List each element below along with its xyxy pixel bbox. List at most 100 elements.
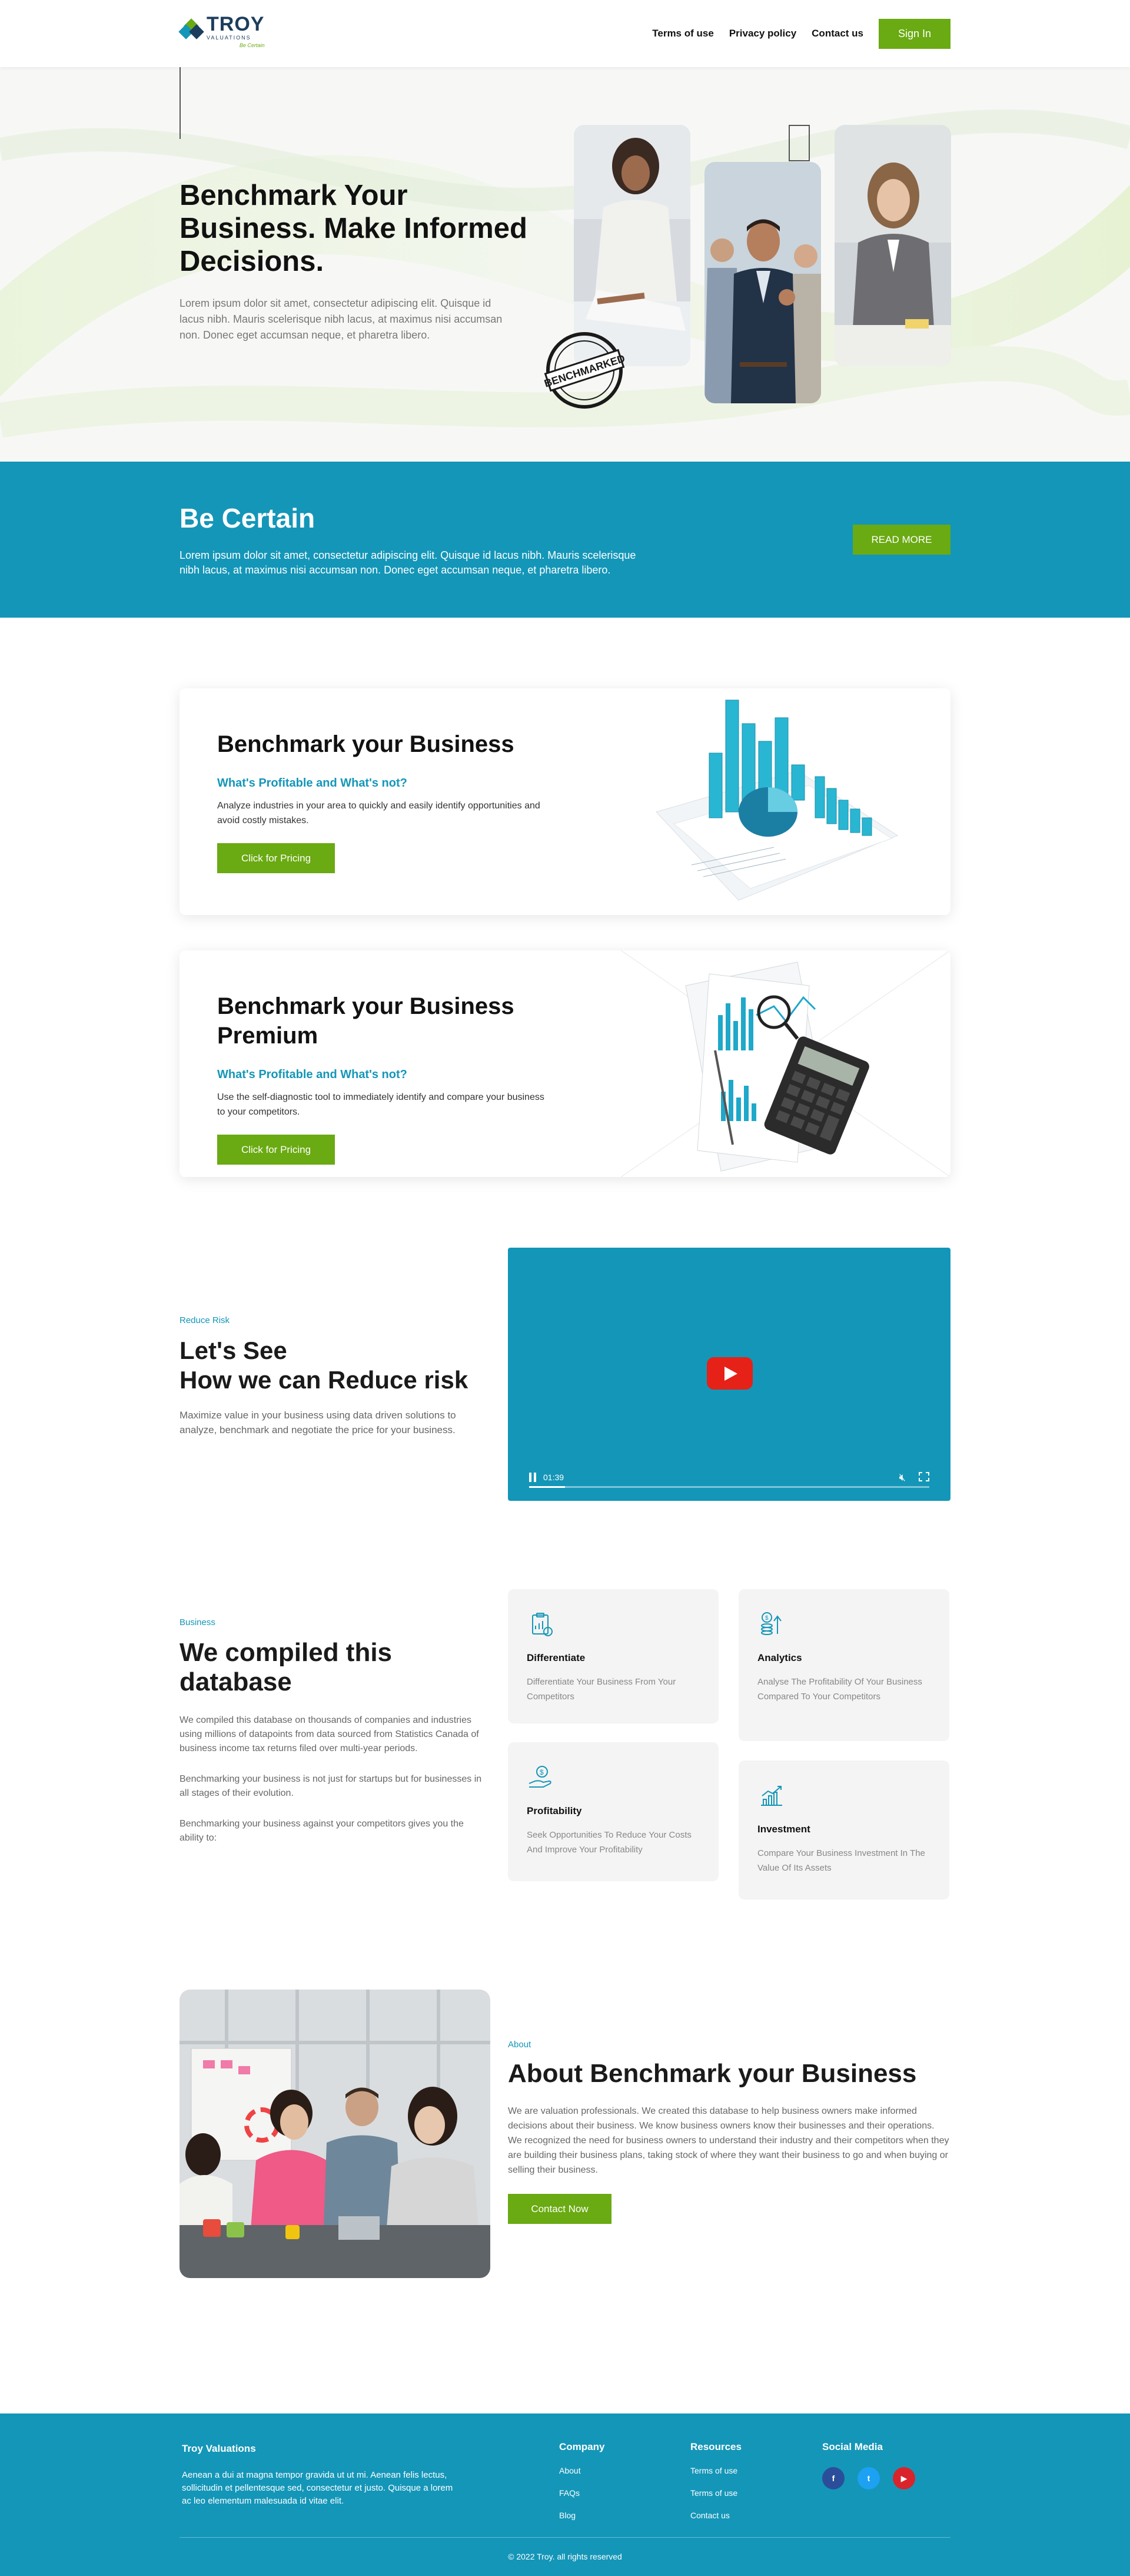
section-body: We are valuation professionals. We creat… xyxy=(508,2106,949,2175)
video-progress-bar[interactable] xyxy=(529,1486,929,1488)
feature-title: Investment xyxy=(757,1824,810,1835)
coins-growth-icon: $ xyxy=(761,1612,782,1635)
feature-body: Differentiate Your Business From Your Co… xyxy=(527,1677,676,1702)
site-header: TROY VALUATIONS Be Certain Terms of use … xyxy=(0,0,1130,67)
card-title: Benchmark your Business Premium xyxy=(217,993,514,1049)
footer-link-terms-of-use-2[interactable]: Terms of use xyxy=(690,2488,742,2498)
feature-card-differentiate: Differentiate Differentiate Your Busines… xyxy=(508,1589,719,1723)
card-body: Analyze industries in your area to quick… xyxy=(217,801,540,825)
logo-mark-icon xyxy=(178,18,204,43)
section-eyebrow: About xyxy=(508,2040,531,2050)
logo[interactable]: TROY VALUATIONS Be Certain xyxy=(178,13,265,48)
mute-icon[interactable]: 🔇︎ xyxy=(899,1471,906,1484)
click-for-pricing-button[interactable]: Click for Pricing xyxy=(217,843,335,873)
hero-title: Benchmark Your Business. Make Informed D… xyxy=(180,180,527,277)
section-paragraph: We compiled this database on thousands o… xyxy=(180,1715,479,1753)
section-paragraph: Benchmarking your business against your … xyxy=(180,1819,464,1843)
section-title: About Benchmark your Business xyxy=(508,2059,917,2088)
database-section: Business We compiled this database We co… xyxy=(0,1589,1130,1990)
feature-title: Profitability xyxy=(527,1805,582,1816)
hero-accent-line xyxy=(180,67,181,139)
footer-column-title: Social Media xyxy=(822,2441,883,2452)
footer-copyright: © 2022 Troy. all rights reserved xyxy=(508,2552,622,2561)
clipboard-chart-icon xyxy=(532,1613,553,1636)
footer-link-blog[interactable]: Blog xyxy=(559,2511,604,2520)
card-body: Use the self-diagnostic tool to immediat… xyxy=(217,1092,544,1117)
section-eyebrow: Business xyxy=(180,1617,215,1627)
click-for-pricing-button[interactable]: Click for Pricing xyxy=(217,1135,335,1165)
footer-brand-body: Aenean a dui at magna tempor gravida ut … xyxy=(182,2470,453,2506)
feature-card-profitability: $ Profitability Seek Opportunities To Re… xyxy=(508,1742,719,1881)
product-card-basic: Benchmark your Business What's Profitabl… xyxy=(180,688,950,915)
feature-card-investment: Investment Compare Your Business Investm… xyxy=(739,1761,949,1899)
pause-icon[interactable] xyxy=(529,1473,536,1482)
benchmarked-stamp-icon: BENCHMARKED xyxy=(543,332,626,409)
section-body: Maximize value in your business using da… xyxy=(180,1410,456,1435)
reduce-risk-section: Reduce Risk Let's See How we can Reduce … xyxy=(0,1212,1130,1589)
feature-title: Analytics xyxy=(757,1652,802,1663)
product-card-premium: Benchmark your Business Premium What's P… xyxy=(180,950,950,1177)
footer-column-title: Resources xyxy=(690,2441,742,2452)
site-footer: Troy Valuations Aenean a dui at magna te… xyxy=(0,2413,1130,2576)
be-certain-band: Be Certain Lorem ipsum dolor sit amet, c… xyxy=(0,462,1130,618)
feature-body: Compare Your Business Investment In The … xyxy=(757,1848,925,1873)
card-title: Benchmark your Business xyxy=(217,731,514,757)
section-title: We compiled this database xyxy=(180,1638,393,1696)
card-subtitle: What's Profitable and What's not? xyxy=(217,777,407,790)
feature-card-analytics: $ Analytics Analyse The Profitability Of… xyxy=(739,1589,949,1741)
facebook-icon[interactable]: f xyxy=(822,2467,845,2489)
footer-column-title: Company xyxy=(559,2441,605,2452)
footer-link-about[interactable]: About xyxy=(559,2466,604,2475)
footer-link-contact-us[interactable]: Contact us xyxy=(690,2511,742,2520)
youtube-play-icon[interactable] xyxy=(707,1357,753,1390)
hero-photo-team xyxy=(704,162,821,403)
about-team-photo xyxy=(180,1990,490,2278)
card-subtitle: What's Profitable and What's not? xyxy=(217,1068,407,1081)
bar-chart-growth-icon xyxy=(761,1786,782,1806)
sign-in-button[interactable]: Sign In xyxy=(879,18,950,49)
section-eyebrow: Reduce Risk xyxy=(180,1315,230,1325)
about-section: About About Benchmark your Business We a… xyxy=(0,1990,1130,2413)
band-body: Lorem ipsum dolor sit amet, consectetur … xyxy=(180,549,636,576)
footer-company-column: Company About FAQs Blog xyxy=(559,2441,604,2520)
fullscreen-icon[interactable] xyxy=(919,1472,929,1481)
video-progress-fill xyxy=(529,1486,566,1488)
hand-dollar-icon: $ xyxy=(529,1766,551,1788)
youtube-icon[interactable]: ▶ xyxy=(893,2467,915,2489)
video-time: 01:39 xyxy=(543,1473,564,1482)
feature-title: Differentiate xyxy=(527,1652,586,1663)
feature-body: Analyse The Profitability Of Your Busine… xyxy=(757,1677,922,1702)
nav-terms-of-use[interactable]: Terms of use xyxy=(652,28,714,39)
twitter-icon[interactable]: t xyxy=(858,2467,880,2489)
logo-tagline: Be Certain xyxy=(239,42,265,48)
read-more-button[interactable]: READ MORE xyxy=(853,525,950,555)
hero-photo-businesswoman xyxy=(835,125,951,366)
video-controls: 01:39 🔇︎ xyxy=(529,1470,929,1488)
svg-text:$: $ xyxy=(540,1768,544,1776)
section-title: Let's See How we can Reduce risk xyxy=(180,1336,486,1395)
nav-privacy-policy[interactable]: Privacy policy xyxy=(729,28,796,39)
footer-resources-column: Resources Terms of use Terms of use Cont… xyxy=(690,2441,742,2520)
video-player[interactable]: 01:39 🔇︎ xyxy=(508,1248,950,1501)
hero-decorative-frame xyxy=(789,125,810,161)
svg-text:$: $ xyxy=(765,1615,769,1622)
feature-body: Seek Opportunities To Reduce Your Costs … xyxy=(527,1830,692,1855)
footer-social-column: Social Media f t ▶ xyxy=(822,2441,915,2489)
contact-now-button[interactable]: Contact Now xyxy=(508,2194,611,2224)
band-title: Be Certain xyxy=(180,502,315,533)
main-nav: Terms of use Privacy policy Contact us S… xyxy=(652,18,950,49)
hero-body: Lorem ipsum dolor sit amet, consectetur … xyxy=(180,297,503,341)
logo-title: TROY xyxy=(207,13,265,35)
section-paragraph: Benchmarking your business is not just f… xyxy=(180,1774,482,1798)
product-cards-section: Benchmark your Business What's Profitabl… xyxy=(0,618,1130,1177)
title-line-2: How we can Reduce risk xyxy=(180,1366,468,1394)
logo-subtitle: VALUATIONS xyxy=(207,35,251,41)
footer-divider xyxy=(180,2537,950,2538)
calculator-report-illustration xyxy=(621,950,950,1177)
footer-link-faqs[interactable]: FAQs xyxy=(559,2488,604,2498)
hero-section: Benchmark Your Business. Make Informed D… xyxy=(0,67,1130,462)
footer-link-terms-of-use[interactable]: Terms of use xyxy=(690,2466,742,2475)
title-line-1: Let's See xyxy=(180,1337,287,1364)
nav-contact-us[interactable]: Contact us xyxy=(812,28,863,39)
footer-brand-title: Troy Valuations xyxy=(182,2443,256,2454)
